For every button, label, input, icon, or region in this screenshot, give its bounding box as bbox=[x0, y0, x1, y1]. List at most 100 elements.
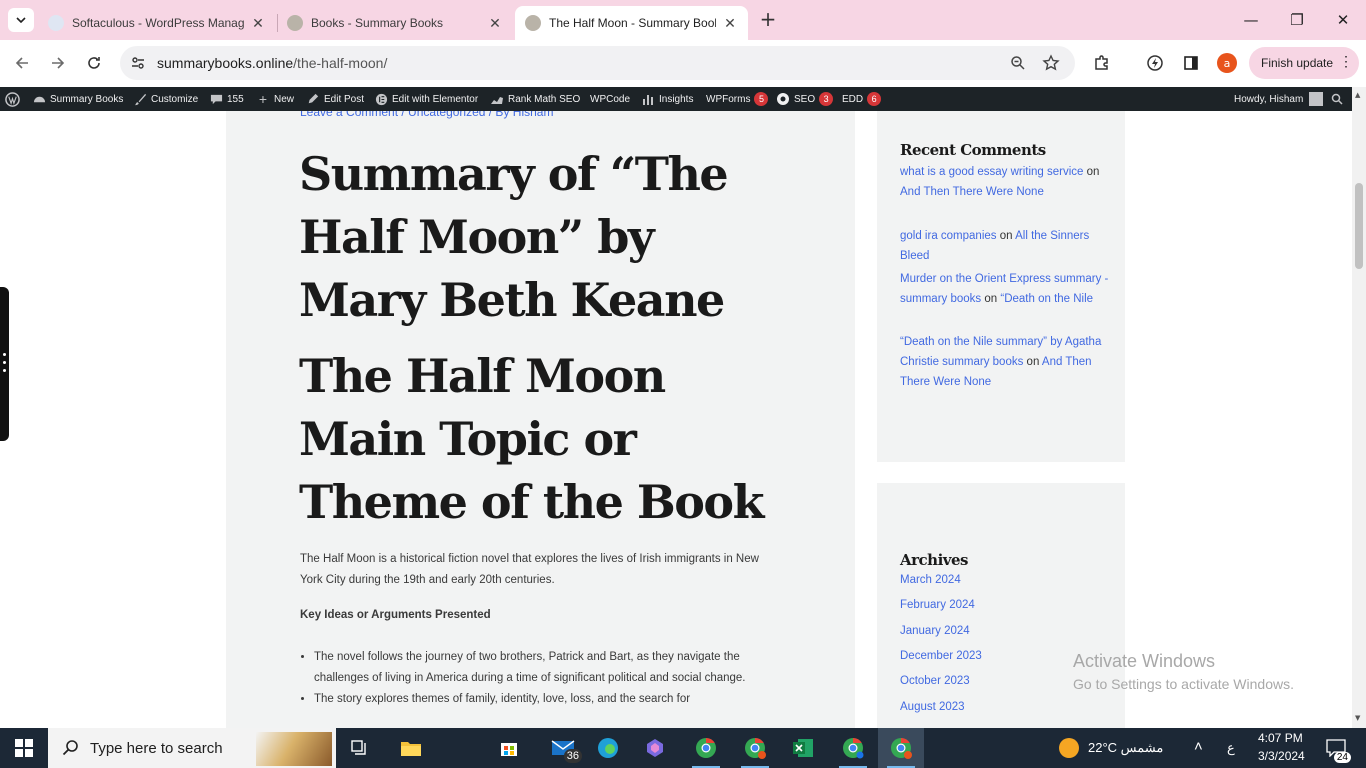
tab-half-moon[interactable]: The Half Moon - Summary Book ✕ bbox=[515, 6, 748, 40]
forward-button[interactable] bbox=[46, 51, 70, 75]
tab-title: Books - Summary Books bbox=[311, 16, 444, 30]
tray-chevron-up-icon[interactable]: ˄ bbox=[1194, 738, 1203, 755]
comment-item: what is a good essay writing service on … bbox=[900, 162, 1110, 202]
archive-link[interactable]: December 2023 bbox=[900, 650, 982, 662]
chrome-app-2[interactable] bbox=[732, 728, 778, 768]
more-menu-icon[interactable]: ⋮ bbox=[1339, 53, 1353, 70]
comment-author-link[interactable]: what is a good essay writing service bbox=[900, 166, 1083, 178]
close-icon[interactable]: ✕ bbox=[487, 15, 503, 32]
profile-avatar[interactable]: a bbox=[1217, 53, 1237, 73]
tab-search-button[interactable] bbox=[8, 8, 34, 32]
address-bar[interactable]: summarybooks.online/the-half-moon/ bbox=[120, 46, 1075, 80]
archive-link[interactable]: March 2024 bbox=[900, 574, 961, 586]
reload-icon bbox=[88, 57, 100, 69]
close-icon[interactable]: ✕ bbox=[250, 15, 266, 32]
tab-softaculous[interactable]: Softaculous - WordPress Manag ✕ bbox=[38, 6, 276, 40]
side-drawer-handle[interactable] bbox=[0, 287, 9, 441]
performance-button[interactable] bbox=[1143, 51, 1167, 75]
comment-bubble-icon bbox=[209, 92, 223, 106]
tab-books[interactable]: Books - Summary Books ✕ bbox=[277, 6, 513, 40]
admin-account[interactable]: Howdy, Hisham bbox=[1234, 87, 1324, 111]
admin-seo[interactable]: SEO 3 bbox=[776, 87, 834, 111]
post-title: Summary of “The Half Moon” by Mary Beth … bbox=[299, 147, 729, 327]
reload-button[interactable] bbox=[82, 51, 106, 75]
weather-text[interactable]: 22°C مشمس bbox=[1088, 740, 1163, 756]
rank-math-icon bbox=[490, 92, 504, 106]
clock-time[interactable]: 4:07 PM bbox=[1258, 731, 1303, 745]
restore-button[interactable]: ❐ bbox=[1274, 0, 1320, 40]
archive-link[interactable]: October 2023 bbox=[900, 675, 970, 687]
close-icon[interactable]: ✕ bbox=[722, 15, 738, 32]
input-language[interactable]: ع bbox=[1227, 740, 1235, 756]
chrome-icon bbox=[843, 737, 864, 759]
mail-badge: 36 bbox=[563, 749, 582, 763]
windows-logo-icon bbox=[15, 739, 33, 757]
post-meta[interactable]: Leave a Comment / Uncategorized / By His… bbox=[300, 111, 553, 119]
site-name-label: Summary Books bbox=[50, 93, 124, 105]
finish-update-button[interactable]: Finish update ⋮ bbox=[1249, 47, 1359, 79]
mail-app[interactable]: 36 bbox=[540, 728, 586, 768]
admin-rank-math[interactable]: Rank Math SEO bbox=[490, 87, 580, 111]
admin-search[interactable] bbox=[1331, 87, 1343, 111]
admin-site-name[interactable]: Summary Books bbox=[32, 87, 123, 111]
search-icon bbox=[1331, 93, 1343, 105]
archive-link[interactable]: January 2024 bbox=[900, 625, 970, 637]
bookmark-star-icon[interactable] bbox=[1042, 54, 1060, 72]
archive-link[interactable]: August 2023 bbox=[900, 701, 965, 713]
file-explorer-app[interactable] bbox=[388, 728, 434, 768]
comment-item: “Death on the Nile summary” by Agatha Ch… bbox=[900, 332, 1110, 392]
admin-wpforms[interactable]: WPForms 5 bbox=[706, 87, 769, 111]
notification-center[interactable]: 24 bbox=[1316, 728, 1356, 768]
admin-new[interactable]: + New bbox=[256, 87, 294, 111]
admin-comments[interactable]: 155 bbox=[209, 87, 244, 111]
scroll-down-icon[interactable]: ▼ bbox=[1355, 714, 1360, 722]
copilot-app[interactable] bbox=[632, 728, 678, 768]
rank-math-label: Rank Math SEO bbox=[508, 93, 581, 105]
comment-on: on bbox=[1026, 356, 1040, 368]
back-button[interactable] bbox=[10, 51, 34, 75]
minimize-button[interactable]: — bbox=[1228, 0, 1274, 40]
page-scrollbar[interactable]: ▲ ▼ bbox=[1352, 87, 1366, 728]
admin-insights[interactable]: Insights bbox=[641, 87, 693, 111]
excel-app[interactable] bbox=[780, 728, 826, 768]
wordpress-logo-icon[interactable] bbox=[5, 87, 20, 111]
new-tab-button[interactable]: + bbox=[756, 8, 780, 32]
store-app[interactable] bbox=[486, 728, 532, 768]
seo-badge: 3 bbox=[819, 92, 834, 106]
admin-edit-post[interactable]: Edit Post bbox=[306, 87, 364, 111]
chrome-app-1[interactable] bbox=[683, 728, 729, 768]
zoom-icon[interactable] bbox=[1010, 55, 1026, 71]
avatar bbox=[1309, 92, 1324, 106]
wp-admin-bar: Summary Books Customize 155 + New Edit P… bbox=[0, 87, 1352, 111]
tab-title: The Half Moon - Summary Book bbox=[549, 16, 716, 30]
softaculous-favicon-icon bbox=[48, 15, 64, 31]
extensions-button[interactable] bbox=[1090, 51, 1114, 75]
taskbar-search[interactable]: Type here to search bbox=[48, 728, 336, 768]
puzzle-icon bbox=[1095, 55, 1108, 70]
edge-app[interactable] bbox=[585, 728, 631, 768]
archives-title: Archives bbox=[900, 551, 968, 569]
site-info-icon[interactable] bbox=[130, 55, 146, 71]
weather-widget[interactable] bbox=[1046, 728, 1092, 768]
side-panel-button[interactable] bbox=[1179, 51, 1203, 75]
task-view-button[interactable] bbox=[337, 728, 383, 768]
scroll-up-icon[interactable]: ▲ bbox=[1355, 91, 1360, 99]
close-window-button[interactable]: ✕ bbox=[1320, 0, 1366, 40]
chrome-app-3[interactable] bbox=[830, 728, 876, 768]
admin-edd[interactable]: EDD 6 bbox=[842, 87, 882, 111]
scrollbar-thumb[interactable] bbox=[1355, 183, 1363, 269]
archive-link[interactable]: February 2024 bbox=[900, 599, 975, 611]
chrome-app-4-active[interactable] bbox=[878, 728, 924, 768]
dashboard-icon bbox=[32, 92, 46, 106]
url-text[interactable]: summarybooks.online/the-half-moon/ bbox=[157, 55, 387, 71]
clock-date[interactable]: 3/3/2024 bbox=[1258, 749, 1305, 763]
admin-customize[interactable]: Customize bbox=[133, 87, 198, 111]
comment-on: on bbox=[1086, 166, 1100, 178]
chevron-down-icon bbox=[16, 17, 26, 23]
admin-wpcode[interactable]: WPCode bbox=[590, 87, 630, 111]
comment-post-link[interactable]: And Then There Were None bbox=[900, 186, 1044, 198]
start-button[interactable] bbox=[0, 728, 48, 768]
comment-author-link[interactable]: gold ira companies bbox=[900, 230, 997, 242]
admin-elementor[interactable]: Edit with Elementor bbox=[374, 87, 478, 111]
comment-post-link[interactable]: “Death on the Nile bbox=[1000, 293, 1093, 305]
